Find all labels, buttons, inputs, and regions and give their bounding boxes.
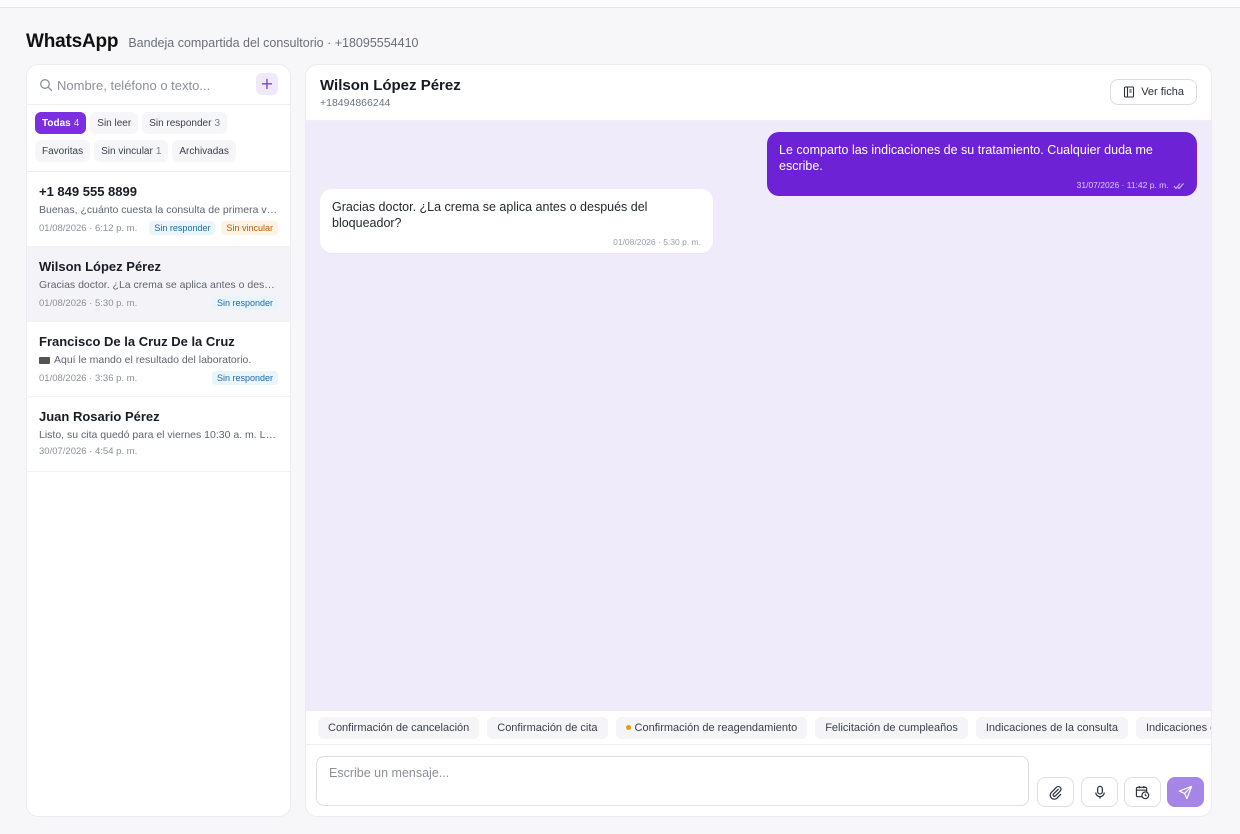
- chat-panel: Wilson López Pérez +18494866244 Ver fich…: [305, 64, 1212, 817]
- conversation-name: Juan Rosario Pérez: [39, 409, 160, 424]
- conversation-preview: Listo, su cita quedó para el viernes 10:…: [39, 429, 279, 441]
- conversation-item[interactable]: Wilson López Pérez Gracias doctor. ¿La c…: [27, 247, 290, 322]
- paperclip-icon: [1049, 785, 1062, 800]
- quick-reply[interactable]: Confirmación de cita: [487, 716, 608, 739]
- conversation-name: +1 849 555 8899: [39, 184, 137, 199]
- filter-count: 1: [155, 145, 162, 157]
- message-composer: [306, 745, 1211, 816]
- filter-label: Sin leer: [97, 117, 132, 129]
- microphone-icon: [1094, 785, 1105, 799]
- status-badge: Sin responder: [149, 221, 216, 235]
- quick-replies-bar: Confirmación de cancelación Confirmación…: [306, 711, 1211, 745]
- conversation-name: Francisco De la Cruz De la Cruz: [39, 334, 235, 349]
- filter-label: Archivadas: [179, 145, 229, 157]
- conversation-preview: Gracias doctor. ¿La crema se aplica ante…: [39, 279, 279, 291]
- page-title: WhatsApp: [26, 31, 119, 52]
- filter-favoritas[interactable]: Favoritas: [35, 140, 91, 162]
- conversation-meta: 01/08/2026 · 6:12 p. m. Sin responder Si…: [39, 221, 278, 235]
- filter-sin-vincular[interactable]: Sin vincular 1: [94, 140, 169, 162]
- conversation-time: 01/08/2026 · 5:30 p. m.: [39, 297, 138, 309]
- quick-reply[interactable]: Confirmación de cancelación: [318, 716, 480, 739]
- filter-label: Sin vincular: [101, 145, 153, 157]
- conversation-item[interactable]: Juan Rosario Pérez Listo, su cita quedó …: [27, 397, 290, 472]
- search-icon: [40, 79, 53, 92]
- message-time: 31/07/2026 · 11:42 p. m.: [1076, 180, 1169, 190]
- conversation-item[interactable]: +1 849 555 8899 Buenas, ¿cuánto cuesta l…: [27, 172, 290, 247]
- contact-phone: +18494866244: [320, 97, 391, 109]
- double-check-icon: [1173, 182, 1184, 190]
- conversation-preview: Buenas, ¿cuánto cuesta la consulta de pr…: [39, 204, 279, 216]
- message-meta: 31/07/2026 · 11:42 p. m.: [779, 180, 1185, 190]
- conversation-time: 01/08/2026 · 3:36 p. m.: [39, 372, 138, 384]
- record-icon: [1124, 86, 1135, 98]
- schedule-appointment-button[interactable]: [1124, 777, 1161, 807]
- conversation-name: Wilson López Pérez: [39, 259, 161, 274]
- new-conversation-button[interactable]: +: [256, 73, 278, 95]
- quick-reply[interactable]: Confirmación de reagendamiento: [615, 716, 808, 739]
- message-area[interactable]: Le comparto las indicaciones de su trata…: [306, 121, 1211, 711]
- filter-sin-leer[interactable]: Sin leer: [90, 112, 139, 134]
- message-input[interactable]: [316, 756, 1029, 806]
- quick-reply[interactable]: Felicitación de cumpleaños: [815, 716, 968, 739]
- search-bar: +: [27, 65, 290, 105]
- quick-reply[interactable]: Indicaciones de la consulta: [975, 716, 1128, 739]
- pending-dot-icon: [625, 725, 631, 730]
- view-record-button[interactable]: Ver ficha: [1110, 79, 1197, 105]
- filter-count: 4: [73, 117, 80, 129]
- quick-reply[interactable]: Indicaciones enviadas: [1135, 716, 1211, 739]
- filter-label: Favoritas: [42, 145, 84, 157]
- page-subtitle: Bandeja compartida del consultorio · +18…: [128, 36, 419, 50]
- conversation-time: 30/07/2026 · 4:54 p. m.: [39, 446, 138, 457]
- status-badge: Sin vincular: [221, 221, 278, 235]
- conversation-meta: 01/08/2026 · 3:36 p. m. Sin responder: [39, 371, 278, 385]
- search-input[interactable]: [57, 73, 247, 97]
- conversation-meta: 30/07/2026 · 4:54 p. m.: [39, 446, 278, 457]
- message-text: Le comparto las indicaciones de su trata…: [779, 143, 1153, 173]
- page-header: WhatsApp Bandeja compartida del consulto…: [26, 31, 418, 53]
- filter-chips: Todas 4 Sin leer Sin responder 3 Favorit…: [27, 105, 290, 172]
- message-text: Gracias doctor. ¿La crema se aplica ante…: [332, 200, 648, 230]
- filter-label: Todas: [42, 117, 71, 129]
- filter-count: 3: [214, 117, 221, 129]
- preview-text: Aquí le mando el resultado del laborator…: [54, 354, 252, 366]
- contact-name: Wilson López Pérez: [320, 77, 461, 94]
- message-outgoing: Le comparto las indicaciones de su trata…: [767, 132, 1197, 196]
- conversation-item[interactable]: Francisco De la Cruz De la Cruz Aquí le …: [27, 322, 290, 397]
- status-badge: Sin responder: [211, 296, 278, 310]
- voice-note-button[interactable]: [1081, 777, 1118, 807]
- status-badge: Sin responder: [211, 371, 278, 385]
- conversation-meta: 01/08/2026 · 5:30 p. m. Sin responder: [39, 296, 278, 310]
- conversation-preview: Aquí le mando el resultado del laborator…: [39, 354, 279, 366]
- filter-todas[interactable]: Todas 4: [35, 112, 87, 134]
- send-button[interactable]: [1167, 777, 1204, 807]
- calendar-clock-icon: [1135, 785, 1150, 799]
- filter-label: Sin responder: [149, 117, 212, 129]
- view-record-label: Ver ficha: [1141, 86, 1184, 98]
- conversation-sidebar: + Todas 4 Sin leer Sin responder 3 Favor…: [26, 64, 291, 817]
- message-time: 01/08/2026 · 5:30 p. m.: [613, 237, 701, 247]
- chat-header: Wilson López Pérez +18494866244 Ver fich…: [306, 65, 1211, 121]
- top-bar: [0, 0, 1240, 8]
- video-icon: [39, 356, 50, 364]
- attach-button[interactable]: [1037, 777, 1074, 807]
- filter-archivadas[interactable]: Archivadas: [172, 140, 236, 162]
- send-icon: [1178, 785, 1193, 799]
- quick-reply-label: Confirmación de reagendamiento: [634, 721, 798, 734]
- message-incoming: Gracias doctor. ¿La crema se aplica ante…: [320, 189, 713, 253]
- filter-sin-responder[interactable]: Sin responder 3: [142, 112, 228, 134]
- conversation-time: 01/08/2026 · 6:12 p. m.: [39, 222, 138, 234]
